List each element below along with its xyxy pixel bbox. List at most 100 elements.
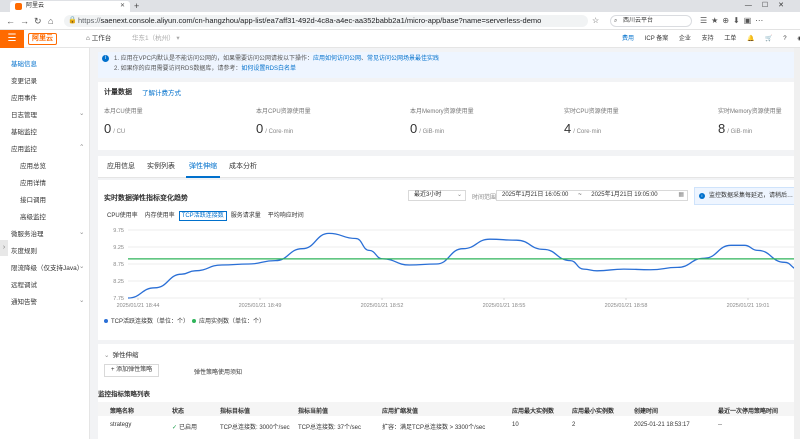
metric-label: 本月Memory资源使用量 [410, 109, 474, 115]
chevron-down-icon: ⌄ [456, 192, 462, 198]
url-text: saenext.console.aliyun.com/cn-hangzhou/a… [100, 16, 542, 25]
subtab-memory[interactable]: 内存使用率 [142, 211, 178, 221]
notice-link-best-practice[interactable]: 常见访问公网场景最佳实践 [367, 56, 439, 62]
elastic-collapse-toggle[interactable]: ⌄ 弹性伸缩 [104, 349, 138, 359]
sidebar-item-alerts[interactable]: 通知告警 ⌄ [11, 296, 84, 306]
notice-text-2: 2. 如果你的应用需要访问RDS数据库，请参考： [114, 66, 242, 72]
sidebar-item-app-overview[interactable]: 应用总览 [20, 160, 46, 170]
close-tab-icon[interactable]: ✕ [120, 1, 125, 12]
menu-icon[interactable]: ☰ [0, 30, 24, 48]
metric-label: 本月CU使用量 [104, 109, 143, 115]
sidebar-item-basic-info[interactable]: 基础信息 [11, 58, 37, 68]
reload-icon[interactable]: ↻ [34, 15, 42, 27]
sidebar-item-log-mgmt[interactable]: 日志管理 ⌄ [11, 109, 84, 119]
forward-icon[interactable]: → [20, 15, 29, 27]
sidebar-item-app-detail[interactable]: 应用详情 [20, 177, 46, 187]
chevron-down-icon: ⌄ [79, 297, 85, 304]
star-icon[interactable]: ☆ [592, 15, 599, 27]
subtab-response-time[interactable]: 平均响应时间 [265, 211, 307, 221]
chevron-down-icon: ⌄ [79, 110, 85, 117]
tab-cost-analysis[interactable]: 成本分析 [226, 161, 260, 178]
sidebar-item-rate-limit[interactable]: 限流降级（仅支持Java） ⌄ [11, 262, 84, 272]
window-controls[interactable]: —☐✕ [745, 0, 794, 12]
url-field[interactable]: 🔒 https://saenext.console.aliyun.com/cn-… [64, 15, 588, 27]
nav-fees[interactable]: 费用 [622, 36, 634, 42]
workspace-link[interactable]: ⌂ 工作台 [86, 34, 111, 44]
notice-line-2: 2. 如果你的应用需要访问RDS数据库，请参考：如何设置RDS白名单 [114, 64, 800, 74]
time-range-picker[interactable]: 2025年1月21日 16:05:00 ~ 2025年1月21日 19:05:0… [496, 190, 688, 201]
nav-icp[interactable]: ICP 备案 [645, 36, 669, 42]
workspace-label: 工作台 [91, 35, 112, 42]
tab-autoscaling[interactable]: 弹性伸缩 [186, 161, 220, 178]
sidebar-item-label: 微服务治理 [11, 231, 44, 238]
subtab-tcp[interactable]: TCP活跃连接数 [178, 211, 227, 221]
strategy-list-title: 监控指标策略列表 [98, 391, 150, 398]
y-tick-label: 8.25 [113, 279, 124, 285]
x-tick-label: 2025/01/21 18:58 [605, 303, 648, 309]
time-start: 2025年1月21日 16:05:00 [502, 192, 569, 198]
browser-tab[interactable]: 阿里云 ✕ [10, 1, 130, 12]
metrics-title: 计量数据 [104, 89, 132, 96]
notice-link-internet[interactable]: 应用如何访问公网 [313, 56, 361, 62]
subtab-requests[interactable]: 服务请求量 [228, 211, 264, 221]
metric-unit: / CU [113, 129, 126, 135]
sidebar-item-advanced-monitor[interactable]: 高级监控 [20, 211, 46, 221]
legend-marker [192, 319, 196, 323]
column-header: 最近一次停用策略时间 [718, 409, 779, 415]
app-tabs: 应用信息 实例列表 弹性伸缩 成本分析 [98, 156, 800, 178]
extensions-icons[interactable]: ☰★⊕⬇▣⋯ [700, 15, 767, 27]
cart-icon[interactable]: 🛒 [765, 36, 772, 42]
column-header: 应用最大实例数 [512, 409, 555, 415]
sidebar-item-api-calls[interactable]: 接口调用 [20, 194, 46, 204]
metric-subtabs: CPU使用率 内存使用率 TCP活跃连接数 服务请求量 平均响应时间 [104, 211, 308, 221]
top-nav: 费用 ICP 备案 企业 支持 工单 🔔 🛒 ? ◉ [622, 34, 800, 44]
url-scheme: https:// [78, 16, 101, 25]
help-icon[interactable]: ? [783, 36, 786, 42]
x-tick-label: 2025/01/21 18:44 [117, 303, 160, 309]
billing-link[interactable]: 了解计费方式 [142, 87, 181, 97]
sidebar-item-remote-debug[interactable]: 远程调试 [11, 279, 37, 289]
back-icon[interactable]: ← [6, 15, 15, 27]
tab-instance-list[interactable]: 实例列表 [144, 161, 178, 178]
sidebar-item-app-events[interactable]: 应用事件 [11, 92, 37, 102]
tab-app-info[interactable]: 应用信息 [104, 161, 138, 178]
sidebar-item-gray-rules[interactable]: 灰度规则 [11, 245, 37, 255]
sidebar-collapse-handle[interactable]: › [0, 240, 8, 256]
subtab-cpu[interactable]: CPU使用率 [104, 211, 141, 221]
browser-search-input[interactable]: ⌕ 西川云平台 [610, 15, 692, 27]
sidebar: 基础信息 变更记录 应用事件 日志管理 ⌄ 基础监控 应用监控 ⌃ 应用总览 应用详… [0, 48, 90, 439]
cell-strategy-name: strategy [110, 422, 132, 428]
strategy-table-header: 策略名称 状态 指标目标值 指标当前值 应用扩缩发值 应用最大实例数 应用最小实… [98, 402, 800, 416]
calendar-icon: ▦ [678, 192, 684, 198]
strategy-usage-link[interactable]: 弹性策略使用须知 [194, 367, 242, 376]
sidebar-item-app-monitor[interactable]: 应用监控 ⌃ [11, 143, 84, 153]
metric-value-row: 0/ Core·min [256, 121, 406, 136]
new-tab-icon[interactable]: + [134, 0, 139, 12]
notification-icon[interactable]: 🔔 [747, 36, 754, 42]
notice-link-rds[interactable]: 如何设置RDS白名单 [241, 66, 296, 72]
sidebar-item-microservice[interactable]: 微服务治理 ⌄ [11, 228, 84, 238]
cell-max-instances: 10 [512, 422, 519, 428]
metric-label: 本月CPU资源使用量 [256, 109, 311, 115]
region-label: 华东1（杭州） [132, 35, 175, 42]
range-select[interactable]: 最近3小时 ⌄ [408, 190, 466, 201]
page-scrollbar[interactable] [794, 48, 800, 439]
status-text: 已启用 [179, 425, 198, 431]
region-selector[interactable]: 华东1（杭州） ▾ [132, 34, 180, 44]
nav-enterprise[interactable]: 企业 [679, 36, 691, 42]
sidebar-item-label: 应用总览 [20, 163, 46, 170]
tcp-trend-chart: 9.75 9.25 8.75 8.25 7.752025/01/21 18:44 2025… [104, 228, 799, 325]
sidebar-item-change-log[interactable]: 变更记录 [11, 75, 37, 85]
metric-value: 8 [718, 121, 726, 136]
aliyun-logo[interactable]: 阿里云 [28, 33, 57, 45]
metric-unit: / Core·min [265, 129, 294, 135]
column-header: 策略名称 [110, 409, 135, 415]
home-icon[interactable]: ⌂ [48, 15, 53, 27]
table-row[interactable]: strategy ✓ 已启用 TCP总连接数: 3000个/sec TCP总连接数… [98, 420, 800, 434]
nav-support[interactable]: 支持 [702, 36, 714, 42]
metric-value: 0 [410, 121, 418, 136]
nav-ticket[interactable]: 工单 [724, 36, 736, 42]
add-strategy-button[interactable]: + 添加弹性策略 [104, 364, 160, 377]
legend-marker [104, 319, 108, 323]
sidebar-item-basic-monitor[interactable]: 基础监控 [11, 126, 37, 136]
